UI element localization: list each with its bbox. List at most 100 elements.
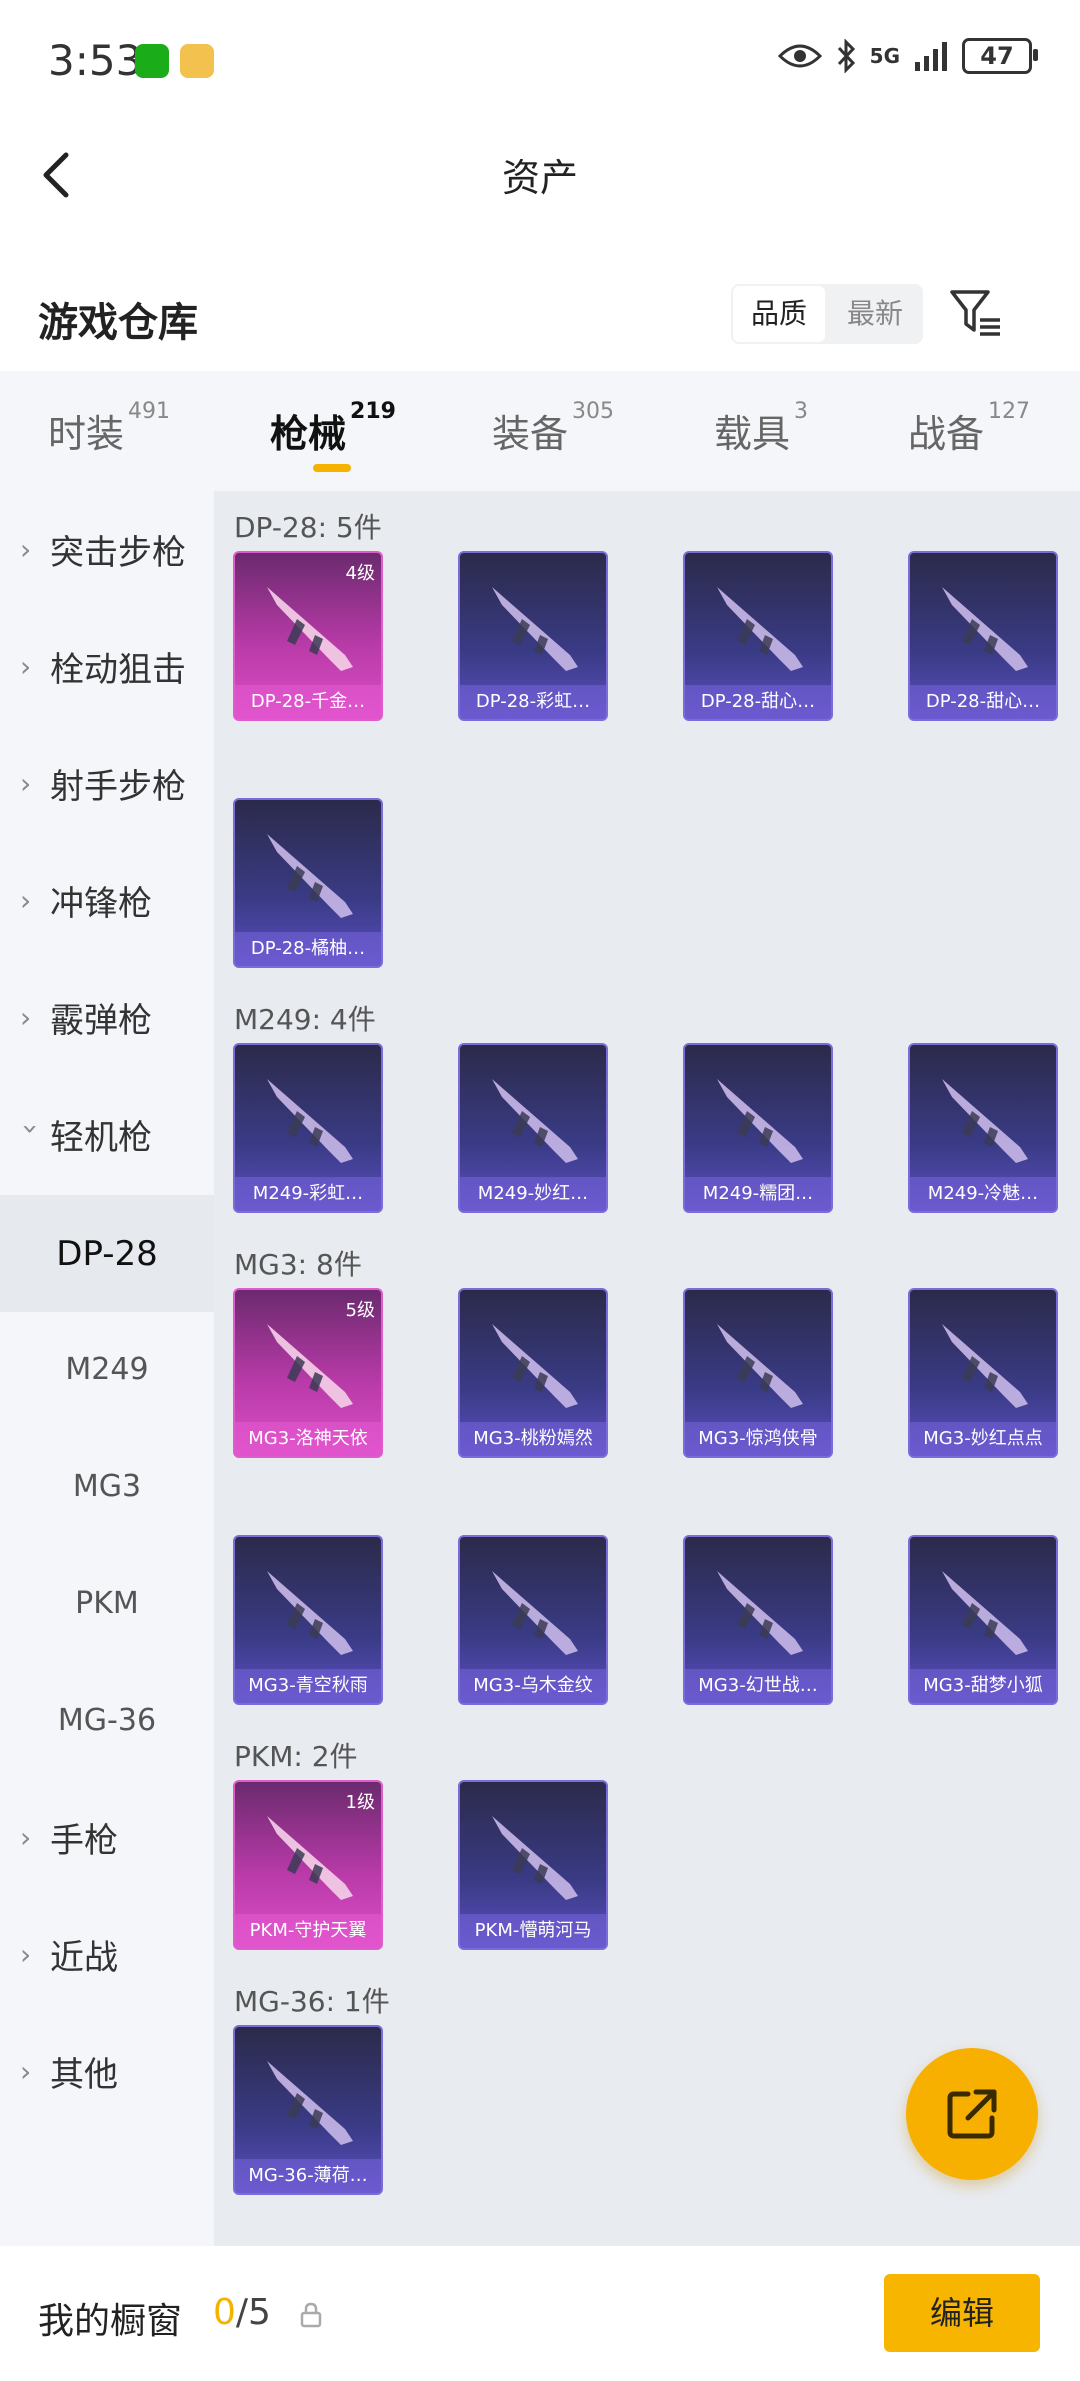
skin-name: M249-妙红… <box>460 1177 606 1211</box>
tab-equipment[interactable]: 装备305 <box>492 399 614 458</box>
network-type: 5G <box>869 44 900 68</box>
sidebar-item-label: 突击步枪 <box>50 533 186 573</box>
gun-icon <box>267 1571 353 1655</box>
tab-count: 3 <box>794 399 809 424</box>
skin-card[interactable]: MG-36-薄荷… <box>233 2025 383 2195</box>
sidebar-item-label: 栓动狙击 <box>50 650 186 690</box>
category-sidebar: › 突击步枪 › 栓动狙击 › 射手步枪 › 冲锋枪 › 霰弹枪 › 轻机枪 DP-28 M… <box>0 491 214 2246</box>
sidebar-subitem-mg3[interactable]: MG3 <box>0 1428 214 1545</box>
skin-card[interactable]: M249-妙红… <box>458 1043 608 1213</box>
signal-icon <box>915 42 947 71</box>
level-badge: 5级 <box>345 1300 375 1321</box>
skin-name: DP-28-甜心… <box>685 685 831 719</box>
skin-card[interactable]: DP-28-甜心… <box>908 551 1058 721</box>
battery-level: 47 <box>980 42 1014 70</box>
chevron-down-icon: › <box>14 1123 48 1135</box>
gun-icon <box>267 1816 353 1900</box>
showcase-total: /5 <box>235 2292 271 2333</box>
skin-name: MG3-妙红点点 <box>910 1422 1056 1456</box>
skin-card[interactable]: MG3-幻世战… <box>683 1535 833 1705</box>
sidebar-item-label: 霰弹枪 <box>50 1001 152 1041</box>
gun-icon <box>717 587 803 671</box>
page-title: 资产 <box>501 156 578 200</box>
sidebar-subitem-m249[interactable]: M249 <box>0 1311 214 1428</box>
gun-icon <box>267 1324 353 1408</box>
gun-icon <box>942 1571 1028 1655</box>
skin-card[interactable]: 5级 MG3-洛神天依 <box>233 1288 383 1458</box>
gun-icon <box>492 587 578 671</box>
category-tabs: 时装491 枪械219 装备305 载具3 战备127 <box>0 371 1080 491</box>
sidebar-item-marksman-rifle[interactable]: › 射手步枪 <box>0 725 214 842</box>
share-button[interactable] <box>906 2048 1038 2180</box>
skin-card[interactable]: 4级 DP-28-千金… <box>233 551 383 721</box>
edit-button[interactable]: 编辑 <box>884 2274 1040 2352</box>
gun-icon <box>942 1079 1028 1163</box>
sidebar-item-pistol[interactable]: › 手枪 <box>0 1779 214 1896</box>
app-notification-icon <box>180 44 214 78</box>
gun-icon <box>717 1079 803 1163</box>
skin-card[interactable]: 1级 PKM-守护天翼 <box>233 1780 383 1950</box>
tab-supplies[interactable]: 战备127 <box>908 399 1030 458</box>
gun-icon <box>942 1324 1028 1408</box>
tab-count: 491 <box>128 399 171 424</box>
chevron-right-icon: › <box>20 884 32 917</box>
chevron-right-icon: › <box>20 1001 32 1034</box>
chevron-right-icon: › <box>20 650 32 683</box>
sidebar-item-other[interactable]: › 其他 <box>0 2013 214 2130</box>
skin-name: M249-彩虹… <box>235 1177 381 1211</box>
sidebar-subitem-mg36[interactable]: MG-36 <box>0 1662 214 1779</box>
sidebar-item-assault-rifle[interactable]: › 突击步枪 <box>0 491 214 608</box>
showcase-current: 0 <box>213 2292 236 2333</box>
chevron-right-icon: › <box>20 2055 32 2088</box>
gun-icon <box>492 1571 578 1655</box>
skin-name: PKM-守护天翼 <box>235 1914 381 1948</box>
sidebar-item-bolt-sniper[interactable]: › 栓动狙击 <box>0 608 214 725</box>
sort-quality-option[interactable]: 品质 <box>733 286 826 342</box>
sort-toggle: 品质 最新 <box>731 284 924 344</box>
skin-name: MG3-桃粉嫣然 <box>460 1422 606 1456</box>
chevron-right-icon: › <box>20 1938 32 1971</box>
skin-card[interactable]: M249-冷魅… <box>908 1043 1058 1213</box>
tab-label: 载具 <box>714 412 791 456</box>
skin-card[interactable]: DP-28-橘柚… <box>233 798 383 968</box>
gun-icon <box>267 1079 353 1163</box>
skin-card[interactable]: M249-彩虹… <box>233 1043 383 1213</box>
filter-icon[interactable] <box>948 284 1004 340</box>
gun-icon <box>267 587 353 671</box>
tab-label: 时装 <box>48 412 125 456</box>
gun-icon <box>267 2061 353 2145</box>
sidebar-item-smg[interactable]: › 冲锋枪 <box>0 842 214 959</box>
sidebar-subitem-dp28[interactable]: DP-28 <box>0 1195 214 1312</box>
chevron-right-icon: › <box>20 1821 32 1854</box>
group-title: DP-28: 5件 <box>234 511 382 544</box>
sidebar-item-melee[interactable]: › 近战 <box>0 1896 214 2013</box>
group-title: MG-36: 1件 <box>234 1985 390 2018</box>
status-bar: 3:53 5G 47 <box>0 0 1080 125</box>
skin-card[interactable]: DP-28-甜心… <box>683 551 833 721</box>
nav-header: 资产 <box>0 125 1080 225</box>
skin-name: MG3-青空秋雨 <box>235 1669 381 1703</box>
sidebar-item-shotgun[interactable]: › 霰弹枪 <box>0 959 214 1076</box>
skin-card[interactable]: DP-28-彩虹… <box>458 551 608 721</box>
share-icon <box>947 2089 997 2139</box>
skin-card[interactable]: MG3-惊鸿侠骨 <box>683 1288 833 1458</box>
tab-fashion[interactable]: 时装491 <box>48 399 170 458</box>
skin-card[interactable]: MG3-乌木金纹 <box>458 1535 608 1705</box>
tab-count: 127 <box>988 399 1031 424</box>
showcase-bar: 我的橱窗 0/5 编辑 <box>0 2246 1080 2381</box>
skin-card[interactable]: MG3-青空秋雨 <box>233 1535 383 1705</box>
tab-vehicles[interactable]: 载具3 <box>714 399 808 458</box>
level-badge: 4级 <box>345 563 375 584</box>
skin-card[interactable]: PKM-懵萌河马 <box>458 1780 608 1950</box>
tab-guns[interactable]: 枪械219 <box>270 399 396 458</box>
sidebar-subitem-pkm[interactable]: PKM <box>0 1545 214 1662</box>
skin-card[interactable]: MG3-妙红点点 <box>908 1288 1058 1458</box>
skin-name: MG3-乌木金纹 <box>460 1669 606 1703</box>
skin-card[interactable]: MG3-桃粉嫣然 <box>458 1288 608 1458</box>
skin-card[interactable]: M249-糯团… <box>683 1043 833 1213</box>
skin-card[interactable]: MG3-甜梦小狐 <box>908 1535 1058 1705</box>
skin-name: DP-28-千金… <box>235 685 381 719</box>
sidebar-item-lmg[interactable]: › 轻机枪 <box>0 1076 214 1193</box>
sort-latest-option[interactable]: 最新 <box>829 286 921 342</box>
skin-name: M249-冷魅… <box>910 1177 1056 1211</box>
